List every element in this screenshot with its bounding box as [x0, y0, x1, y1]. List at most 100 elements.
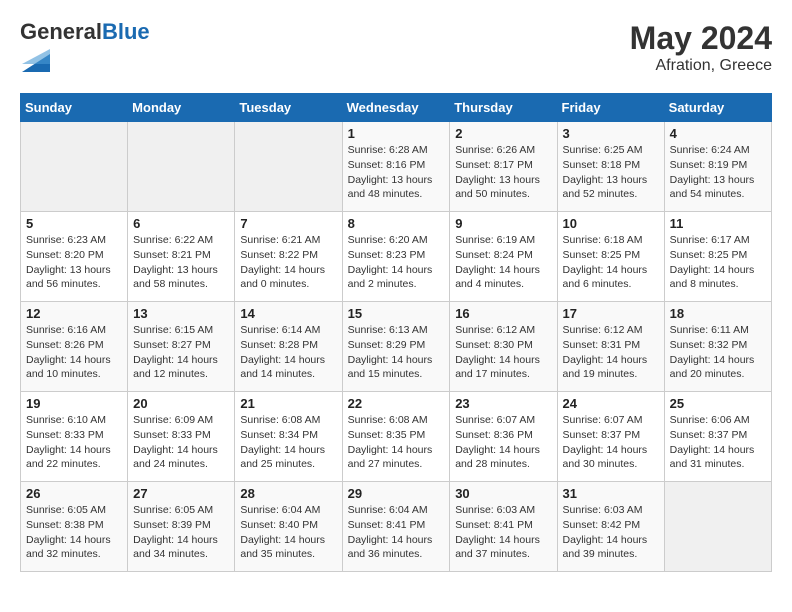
day-number: 22 — [348, 396, 445, 411]
calendar-cell: 6 Sunrise: 6:22 AMSunset: 8:21 PMDaylight… — [128, 212, 235, 302]
day-number: 11 — [670, 216, 766, 231]
calendar-cell: 25Sunrise: 6:06 AMSunset: 8:37 PMDayligh… — [664, 392, 771, 482]
calendar-cell: 30 Sunrise: 6:03 AMSunset: 8:41 PMDayligh… — [450, 482, 557, 572]
day-number: 2 — [455, 126, 551, 141]
day-info: Sunrise: 6:22 AMSunset: 8:21 PMDaylight:… — [133, 233, 229, 292]
logo-general: General — [20, 19, 102, 44]
day-info: Sunrise: 6:08 AMSunset: 8:34 PMDaylight:… — [240, 413, 336, 472]
day-info: Sunrise: 6:25 AMSunset: 8:18 PMDaylight:… — [563, 143, 659, 202]
calendar-cell — [21, 122, 128, 212]
day-info: Sunrise: 6:28 AMSunset: 8:16 PMDaylight:… — [348, 143, 445, 202]
day-info: Sunrise: 6:18 AMSunset: 8:25 PMDaylight:… — [563, 233, 659, 292]
day-info: Sunrise: 6:12 AMSunset: 8:31 PMDaylight:… — [563, 323, 659, 382]
weekday-header-tuesday: Tuesday — [235, 94, 342, 122]
calendar-cell: 1 Sunrise: 6:28 AMSunset: 8:16 PMDaylight… — [342, 122, 450, 212]
weekday-header-wednesday: Wednesday — [342, 94, 450, 122]
day-info: Sunrise: 6:05 AMSunset: 8:38 PMDaylight:… — [26, 503, 122, 562]
day-info: Sunrise: 6:08 AMSunset: 8:35 PMDaylight:… — [348, 413, 445, 472]
day-number: 12 — [26, 306, 122, 321]
day-info: Sunrise: 6:09 AMSunset: 8:33 PMDaylight:… — [133, 413, 229, 472]
calendar-cell: 8 Sunrise: 6:20 AMSunset: 8:23 PMDaylight… — [342, 212, 450, 302]
day-info: Sunrise: 6:17 AMSunset: 8:25 PMDaylight:… — [670, 233, 766, 292]
weekday-header-thursday: Thursday — [450, 94, 557, 122]
day-number: 28 — [240, 486, 336, 501]
day-number: 5 — [26, 216, 122, 231]
day-number: 27 — [133, 486, 229, 501]
day-info: Sunrise: 6:03 AMSunset: 8:41 PMDaylight:… — [455, 503, 551, 562]
day-number: 17 — [563, 306, 659, 321]
day-info: Sunrise: 6:07 AMSunset: 8:36 PMDaylight:… — [455, 413, 551, 472]
day-number: 4 — [670, 126, 766, 141]
weekday-header-sunday: Sunday — [21, 94, 128, 122]
page-header: GeneralBlue May 2024 Afration, Greece — [20, 20, 772, 77]
calendar-week-2: 5Sunrise: 6:23 AMSunset: 8:20 PMDaylight… — [21, 212, 772, 302]
location: Afration, Greece — [630, 57, 772, 75]
day-number: 31 — [563, 486, 659, 501]
calendar-cell: 27 Sunrise: 6:05 AMSunset: 8:39 PMDayligh… — [128, 482, 235, 572]
day-number: 29 — [348, 486, 445, 501]
day-info: Sunrise: 6:26 AMSunset: 8:17 PMDaylight:… — [455, 143, 551, 202]
day-number: 19 — [26, 396, 122, 411]
calendar-cell: 15Sunrise: 6:13 AMSunset: 8:29 PMDayligh… — [342, 302, 450, 392]
day-number: 15 — [348, 306, 445, 321]
day-number: 26 — [26, 486, 122, 501]
calendar-cell: 10 Sunrise: 6:18 AMSunset: 8:25 PMDayligh… — [557, 212, 664, 302]
day-info: Sunrise: 6:11 AMSunset: 8:32 PMDaylight:… — [670, 323, 766, 382]
calendar-cell — [664, 482, 771, 572]
weekday-header-saturday: Saturday — [664, 94, 771, 122]
day-number: 25 — [670, 396, 766, 411]
day-info: Sunrise: 6:20 AMSunset: 8:23 PMDaylight:… — [348, 233, 445, 292]
day-info: Sunrise: 6:15 AMSunset: 8:27 PMDaylight:… — [133, 323, 229, 382]
day-info: Sunrise: 6:16 AMSunset: 8:26 PMDaylight:… — [26, 323, 122, 382]
calendar-cell: 19 Sunrise: 6:10 AMSunset: 8:33 PMDayligh… — [21, 392, 128, 482]
day-info: Sunrise: 6:05 AMSunset: 8:39 PMDaylight:… — [133, 503, 229, 562]
day-number: 13 — [133, 306, 229, 321]
calendar-table: SundayMondayTuesdayWednesdayThursdayFrid… — [20, 93, 772, 572]
calendar-cell: 2 Sunrise: 6:26 AMSunset: 8:17 PMDaylight… — [450, 122, 557, 212]
calendar-cell: 18 Sunrise: 6:11 AMSunset: 8:32 PMDayligh… — [664, 302, 771, 392]
day-info: Sunrise: 6:21 AMSunset: 8:22 PMDaylight:… — [240, 233, 336, 292]
calendar-cell: 4Sunrise: 6:24 AMSunset: 8:19 PMDaylight… — [664, 122, 771, 212]
calendar-cell: 23Sunrise: 6:07 AMSunset: 8:36 PMDayligh… — [450, 392, 557, 482]
month-year: May 2024 — [630, 20, 772, 57]
calendar-week-3: 12 Sunrise: 6:16 AMSunset: 8:26 PMDayligh… — [21, 302, 772, 392]
calendar-cell: 20 Sunrise: 6:09 AMSunset: 8:33 PMDayligh… — [128, 392, 235, 482]
calendar-cell: 7 Sunrise: 6:21 AMSunset: 8:22 PMDaylight… — [235, 212, 342, 302]
calendar-cell: 21 Sunrise: 6:08 AMSunset: 8:34 PMDayligh… — [235, 392, 342, 482]
calendar-cell: 14 Sunrise: 6:14 AMSunset: 8:28 PMDayligh… — [235, 302, 342, 392]
calendar-cell: 11 Sunrise: 6:17 AMSunset: 8:25 PMDayligh… — [664, 212, 771, 302]
day-info: Sunrise: 6:07 AMSunset: 8:37 PMDaylight:… — [563, 413, 659, 472]
calendar-cell — [235, 122, 342, 212]
day-number: 14 — [240, 306, 336, 321]
day-number: 10 — [563, 216, 659, 231]
calendar-cell: 29 Sunrise: 6:04 AMSunset: 8:41 PMDayligh… — [342, 482, 450, 572]
calendar-week-5: 26 Sunrise: 6:05 AMSunset: 8:38 PMDayligh… — [21, 482, 772, 572]
day-number: 8 — [348, 216, 445, 231]
calendar-cell: 9Sunrise: 6:19 AMSunset: 8:24 PMDaylight… — [450, 212, 557, 302]
day-number: 24 — [563, 396, 659, 411]
day-info: Sunrise: 6:10 AMSunset: 8:33 PMDaylight:… — [26, 413, 122, 472]
calendar-cell: 13 Sunrise: 6:15 AMSunset: 8:27 PMDayligh… — [128, 302, 235, 392]
calendar-cell: 5Sunrise: 6:23 AMSunset: 8:20 PMDaylight… — [21, 212, 128, 302]
title-block: May 2024 Afration, Greece — [630, 20, 772, 75]
day-info: Sunrise: 6:04 AMSunset: 8:40 PMDaylight:… — [240, 503, 336, 562]
calendar-cell: 12 Sunrise: 6:16 AMSunset: 8:26 PMDayligh… — [21, 302, 128, 392]
day-number: 20 — [133, 396, 229, 411]
logo: GeneralBlue — [20, 20, 150, 77]
day-number: 18 — [670, 306, 766, 321]
calendar-cell: 28 Sunrise: 6:04 AMSunset: 8:40 PMDayligh… — [235, 482, 342, 572]
day-number: 1 — [348, 126, 445, 141]
day-info: Sunrise: 6:04 AMSunset: 8:41 PMDaylight:… — [348, 503, 445, 562]
calendar-week-4: 19 Sunrise: 6:10 AMSunset: 8:33 PMDayligh… — [21, 392, 772, 482]
day-info: Sunrise: 6:03 AMSunset: 8:42 PMDaylight:… — [563, 503, 659, 562]
calendar-week-1: 1 Sunrise: 6:28 AMSunset: 8:16 PMDaylight… — [21, 122, 772, 212]
day-number: 7 — [240, 216, 336, 231]
day-info: Sunrise: 6:14 AMSunset: 8:28 PMDaylight:… — [240, 323, 336, 382]
weekday-header-monday: Monday — [128, 94, 235, 122]
day-number: 6 — [133, 216, 229, 231]
day-number: 21 — [240, 396, 336, 411]
weekday-header-row: SundayMondayTuesdayWednesdayThursdayFrid… — [21, 94, 772, 122]
day-number: 3 — [563, 126, 659, 141]
day-number: 30 — [455, 486, 551, 501]
calendar-cell: 26 Sunrise: 6:05 AMSunset: 8:38 PMDayligh… — [21, 482, 128, 572]
